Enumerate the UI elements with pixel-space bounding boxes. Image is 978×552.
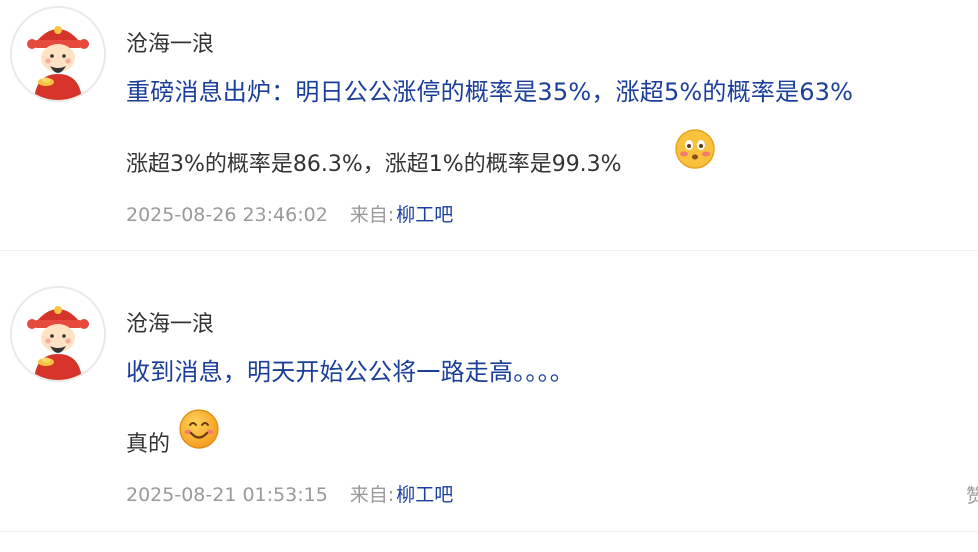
post-item: 沧海一浪 重磅消息出炉：明日公公涨停的概率是35%，涨超5%的概率是63% 涨超… xyxy=(0,0,978,251)
author-name[interactable]: 沧海一浪 xyxy=(126,306,214,338)
post-title[interactable]: 收到消息，明天开始公公将一路走高。。。。 xyxy=(126,352,574,387)
avatar[interactable] xyxy=(10,6,106,102)
from-label: 来自: xyxy=(349,484,395,506)
post-body: 真的 xyxy=(126,432,171,457)
source-link[interactable]: 柳工吧 xyxy=(396,204,453,226)
blushing-face-icon xyxy=(674,128,716,170)
post-meta: 2025-08-21 01:53:15 来自: 柳工吧 xyxy=(126,480,453,507)
from-label: 来自: xyxy=(349,204,395,226)
post-time: 2025-08-26 23:46:02 xyxy=(126,204,328,226)
post-meta: 2025-08-26 23:46:02 来自: 柳工吧 xyxy=(126,200,453,227)
post-item: 沧海一浪 收到消息，明天开始公公将一路走高。。。。 真的 2025-08-21 … xyxy=(0,280,978,532)
avatar-caishen-icon xyxy=(12,288,104,380)
author-name[interactable]: 沧海一浪 xyxy=(126,26,214,58)
avatar[interactable] xyxy=(10,286,106,382)
post-time: 2025-08-21 01:53:15 xyxy=(126,484,328,506)
post-title[interactable]: 重磅消息出炉：明日公公涨停的概率是35%，涨超5%的概率是63% xyxy=(126,72,853,107)
smiling-face-icon xyxy=(178,408,220,450)
source-link[interactable]: 柳工吧 xyxy=(396,484,453,506)
post-body: 涨超3%的概率是86.3%，涨超1%的概率是99.3% xyxy=(126,152,622,177)
avatar-caishen-icon xyxy=(12,8,104,100)
like-button[interactable]: 赞 xyxy=(966,481,978,508)
